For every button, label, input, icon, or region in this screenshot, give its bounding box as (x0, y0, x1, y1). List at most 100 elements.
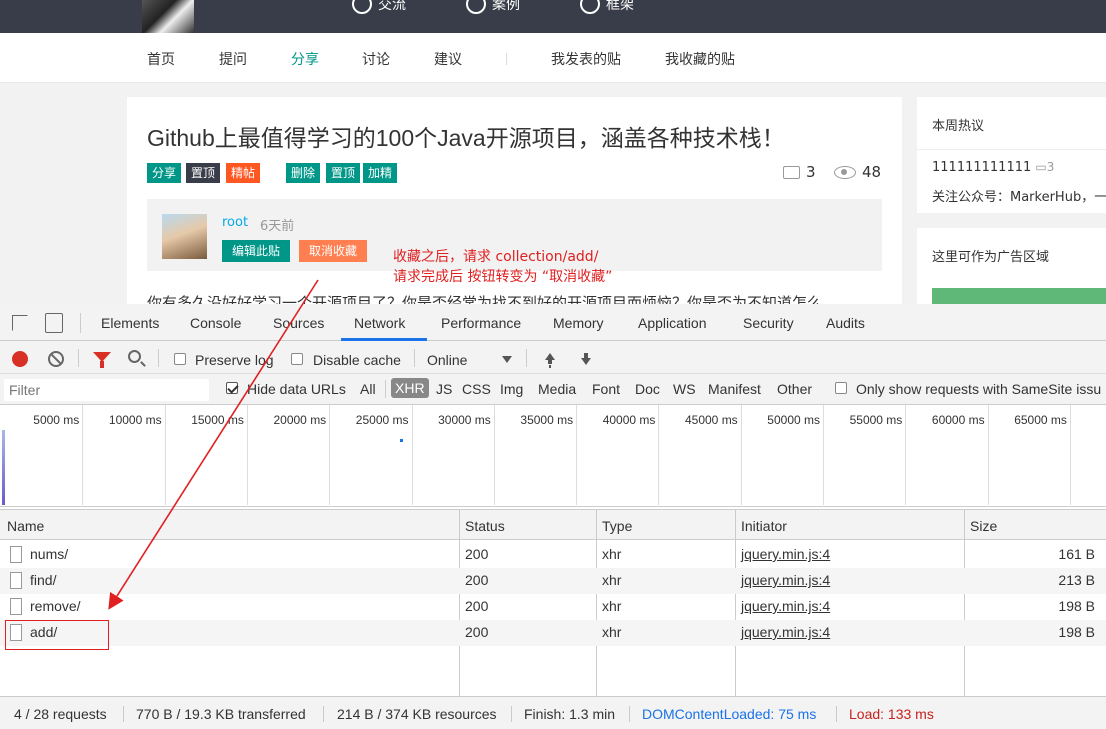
filter-xhr[interactable]: XHR (391, 378, 429, 398)
request-type: xhr (602, 598, 622, 614)
request-type: xhr (602, 572, 622, 588)
highlight-box (5, 620, 109, 650)
timeline-tick-label: 65000 ms (1014, 413, 1067, 427)
unfavorite-button[interactable]: 取消收藏 (299, 240, 368, 262)
request-status: 200 (465, 546, 489, 562)
timeline-overview[interactable]: 5000 ms 10000 ms 15000 ms 20000 ms 25000 ms 3… (0, 405, 1106, 507)
request-status: 200 (465, 598, 489, 614)
subnav-item-ask[interactable]: 提问 (219, 49, 247, 69)
topnav-item-kuangjia[interactable]: 框架 (580, 0, 634, 14)
column-type[interactable]: Type (602, 518, 632, 534)
filter-css[interactable]: CSS (462, 381, 491, 397)
table-row[interactable]: add/ 200 xhr jquery.min.js:4 198 B (0, 620, 1106, 646)
subnav-my-favorites[interactable]: 我收藏的贴 (665, 49, 735, 69)
requests-table-header: Name Status Type Initiator Size (0, 509, 1106, 540)
record-icon[interactable] (12, 351, 28, 367)
preserve-log-label: Preserve log (195, 352, 274, 368)
request-initiator[interactable]: jquery.min.js:4 (741, 598, 830, 614)
delete-button[interactable]: 删除 (286, 163, 321, 183)
request-initiator[interactable]: jquery.min.js:4 (741, 624, 830, 640)
divider (414, 349, 415, 367)
chevron-down-icon[interactable] (502, 356, 512, 363)
filter-other[interactable]: Other (777, 381, 812, 397)
timeline-tick-label: 60000 ms (931, 413, 985, 427)
table-row[interactable]: find/ 200 xhr jquery.min.js:4 213 B (0, 568, 1106, 594)
tab-application[interactable]: Application (638, 315, 707, 331)
throttle-select[interactable]: Online (427, 352, 467, 368)
hide-data-urls-checkbox[interactable] (226, 382, 238, 394)
request-count: 4 / 28 requests (14, 706, 107, 722)
tab-console[interactable]: Console (190, 315, 241, 331)
filter-media[interactable]: Media (538, 381, 576, 397)
pin-button[interactable]: 置顶 (326, 163, 361, 183)
column-initiator[interactable]: Initiator (741, 518, 787, 534)
topnav-item-anli[interactable]: 案例 (466, 0, 520, 14)
filter-all[interactable]: All (360, 381, 376, 397)
hot-topics-title: 本周热议 (932, 119, 985, 134)
preserve-log-checkbox[interactable] (174, 353, 186, 365)
topnav-item-jiaoliu[interactable]: 交流 (352, 0, 406, 14)
column-status[interactable]: Status (465, 518, 505, 534)
tab-memory[interactable]: Memory (553, 315, 604, 331)
comment-icon (783, 165, 800, 179)
search-icon[interactable] (128, 350, 141, 363)
request-size: 198 B (1058, 598, 1095, 614)
sub-nav: 首页 提问 分享 讨论 建议 我发表的贴 我收藏的贴 (0, 33, 1106, 83)
filter-manifest[interactable]: Manifest (708, 381, 761, 397)
divider (385, 380, 386, 398)
filter-doc[interactable]: Doc (635, 381, 660, 397)
filter-img[interactable]: Img (500, 381, 523, 397)
timeline-tick-label: 35000 ms (520, 413, 574, 427)
table-row[interactable]: nums/ 200 xhr jquery.min.js:4 161 B (0, 542, 1106, 568)
tab-elements[interactable]: Elements (101, 315, 159, 331)
filter-ws[interactable]: WS (673, 381, 696, 397)
avatar[interactable] (162, 214, 207, 259)
divider (80, 313, 81, 333)
edit-post-button[interactable]: 编辑此贴 (222, 240, 291, 262)
site-logo[interactable] (142, 0, 194, 33)
tab-network[interactable]: Network (354, 315, 405, 331)
subnav-item-share[interactable]: 分享 (291, 49, 319, 69)
subnav-divider (506, 53, 507, 65)
export-har-icon[interactable] (579, 353, 593, 367)
document-icon (10, 572, 22, 589)
subnav-item-discuss[interactable]: 讨论 (362, 49, 390, 69)
column-name[interactable]: Name (7, 518, 44, 534)
samesite-checkbox[interactable] (835, 382, 847, 394)
post-body: 你有多久没好好学习一个开源项目了？你是否经常为找不到好的开源项目而烦恼？你是否为… (147, 294, 823, 304)
document-icon (10, 546, 22, 563)
import-har-icon[interactable] (543, 353, 557, 367)
ad-banner[interactable] (932, 288, 1106, 304)
hot-topic-item[interactable]: 关注公众号：MarkerHub，一 (932, 186, 1106, 205)
device-toolbar-icon[interactable] (45, 313, 63, 333)
author-name[interactable]: root (222, 215, 248, 230)
clear-icon[interactable] (48, 351, 64, 367)
timeline-tick-label: 25000 ms (355, 413, 409, 427)
subnav-my-posts[interactable]: 我发表的贴 (551, 49, 621, 69)
subnav-item-suggest[interactable]: 建议 (434, 49, 462, 69)
tab-audits[interactable]: Audits (826, 315, 865, 331)
table-row[interactable]: remove/ 200 xhr jquery.min.js:4 198 B (0, 594, 1106, 620)
timeline-tick-label: 20000 ms (273, 413, 327, 427)
request-initiator[interactable]: jquery.min.js:4 (741, 572, 830, 588)
hot-topic-item[interactable]: 111111111111 ▭3 (932, 160, 1054, 175)
request-initiator[interactable]: jquery.min.js:4 (741, 546, 830, 562)
network-status-bar: 4 / 28 requests 770 B / 19.3 KB transfer… (0, 696, 1106, 729)
tab-performance[interactable]: Performance (441, 315, 521, 331)
tab-security[interactable]: Security (743, 315, 794, 331)
filter-icon[interactable] (93, 352, 111, 368)
disable-cache-checkbox[interactable] (291, 353, 303, 365)
divider (917, 149, 1106, 150)
comment-count: 3 (783, 163, 816, 181)
tab-sources[interactable]: Sources (273, 315, 324, 331)
subnav-item-home[interactable]: 首页 (147, 49, 175, 69)
filter-bar: Hide data URLs All XHR JS CSS Img Media … (0, 374, 1106, 405)
divider (123, 706, 124, 722)
column-size[interactable]: Size (970, 518, 997, 534)
filter-input[interactable] (4, 379, 209, 401)
feature-button[interactable]: 加精 (363, 163, 398, 183)
filter-js[interactable]: JS (436, 381, 452, 397)
tag-share: 分享 (147, 163, 182, 183)
inspect-icon[interactable] (12, 315, 28, 331)
filter-font[interactable]: Font (592, 381, 620, 397)
